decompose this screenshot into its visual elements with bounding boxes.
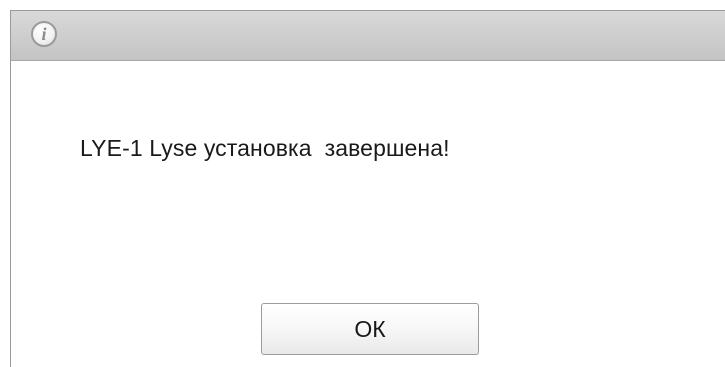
info-dialog: i LYE-1 Lyse установка завершена! ОК: [10, 10, 725, 367]
screen: i LYE-1 Lyse установка завершена! ОК: [0, 0, 725, 367]
dialog-titlebar[interactable]: i: [11, 11, 725, 61]
dialog-message: LYE-1 Lyse установка завершена!: [80, 135, 450, 161]
ok-button[interactable]: ОК: [261, 303, 479, 355]
info-icon: i: [31, 21, 57, 47]
dialog-body: LYE-1 Lyse установка завершена! ОК: [11, 61, 725, 367]
